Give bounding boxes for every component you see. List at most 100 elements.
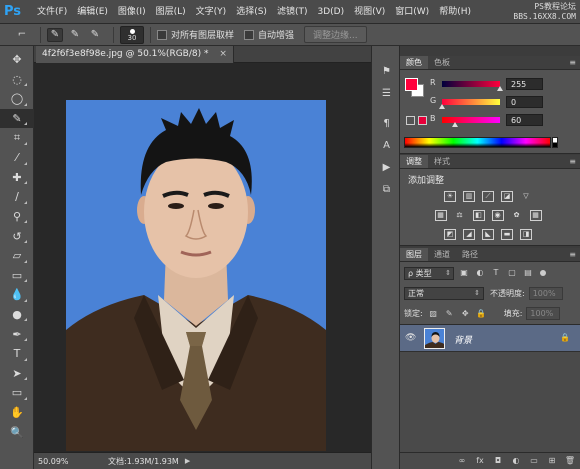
brightness-contrast-icon[interactable]: ☀ xyxy=(444,191,456,202)
black-white-swatch[interactable] xyxy=(552,137,558,148)
delete-layer-icon[interactable]: 🗑 xyxy=(564,455,576,467)
tool-preset-icon[interactable]: ⌐ xyxy=(14,28,30,42)
subtract-from-selection-icon[interactable]: ✎ xyxy=(87,28,103,42)
smart-object-filter-icon[interactable]: ▤ xyxy=(522,267,534,279)
panel-menu-icon[interactable]: ≡ xyxy=(569,56,576,70)
add-to-selection-icon[interactable]: ✎ xyxy=(67,28,83,42)
move-icon[interactable]: ✥ xyxy=(0,50,34,70)
photo-filter-icon[interactable]: ◉ xyxy=(491,210,504,221)
menu-edit[interactable]: 编辑(E) xyxy=(72,0,113,24)
close-icon[interactable]: × xyxy=(219,49,227,59)
blur-icon[interactable]: 💧 xyxy=(0,285,34,305)
actions-panel-icon[interactable]: ¶ xyxy=(372,112,401,134)
auto-enhance-checkbox[interactable] xyxy=(244,29,255,40)
panel-menu-icon[interactable]: ≡ xyxy=(569,155,576,169)
green-slider[interactable] xyxy=(442,99,500,105)
new-group-icon[interactable]: ▭ xyxy=(528,455,540,467)
opacity-input[interactable]: 100% xyxy=(528,286,563,300)
brush-size-picker[interactable]: 30 xyxy=(120,25,144,44)
new-selection-icon[interactable]: ✎ xyxy=(47,27,63,42)
layer-row-background[interactable]: 👁 背景 🔒 xyxy=(400,325,580,352)
tab-adjustments[interactable]: 调整 xyxy=(400,155,428,168)
layer-filter-kind-select[interactable]: ρ 类型 xyxy=(404,266,454,280)
type-filter-icon[interactable]: T xyxy=(490,267,502,279)
path-selection-icon[interactable]: ➤ xyxy=(0,364,34,384)
fill-input[interactable]: 100% xyxy=(526,306,561,320)
threshold-icon[interactable]: ◣ xyxy=(482,229,494,240)
menu-window[interactable]: 窗口(W) xyxy=(390,0,434,24)
green-slider-thumb[interactable] xyxy=(439,104,445,109)
tab-paths[interactable]: 路径 xyxy=(456,248,484,261)
menu-type[interactable]: 文字(Y) xyxy=(191,0,232,24)
type-icon[interactable]: T xyxy=(0,344,34,364)
eyedropper-icon[interactable]: ⁄ xyxy=(0,148,34,168)
zoom-icon[interactable]: 🔍 xyxy=(0,422,34,442)
pixel-filter-icon[interactable]: ▣ xyxy=(458,267,470,279)
hand-icon[interactable]: ✋ xyxy=(0,403,34,423)
canvas[interactable] xyxy=(34,63,371,452)
brush-icon[interactable]: ∕ xyxy=(0,187,34,207)
crop-icon[interactable]: ⌗ xyxy=(0,128,34,148)
pen-icon[interactable]: ✒ xyxy=(0,324,34,344)
new-adjustment-layer-icon[interactable]: ◐ xyxy=(510,455,522,467)
selective-color-icon[interactable]: ◨ xyxy=(520,229,532,240)
menu-view[interactable]: 视图(V) xyxy=(349,0,390,24)
visibility-eye-icon[interactable]: 👁 xyxy=(405,333,417,343)
menu-layer[interactable]: 图层(L) xyxy=(151,0,191,24)
clone-stamp-icon[interactable]: ⚲ xyxy=(0,207,34,227)
menu-select[interactable]: 选择(S) xyxy=(231,0,272,24)
status-menu-arrow-icon[interactable]: ▶ xyxy=(185,457,190,465)
sample-all-layers-checkbox[interactable] xyxy=(157,29,167,40)
layer-comps-panel-icon[interactable]: ⧉ xyxy=(372,178,401,200)
color-balance-icon[interactable]: ⚖ xyxy=(454,210,466,221)
character-panel-icon[interactable]: A xyxy=(372,134,401,156)
properties-panel-icon[interactable]: ☰ xyxy=(372,82,401,104)
red-slider-thumb[interactable] xyxy=(497,86,503,91)
web-safe-color-swatch[interactable] xyxy=(418,116,427,125)
adjustment-filter-icon[interactable]: ◐ xyxy=(474,267,486,279)
posterize-icon[interactable]: ◢ xyxy=(463,229,475,240)
menu-3d[interactable]: 3D(D) xyxy=(312,0,349,24)
lock-all-icon[interactable]: 🔒 xyxy=(476,308,487,319)
blue-slider[interactable] xyxy=(442,117,500,123)
gradient-map-icon[interactable]: ▬ xyxy=(501,229,513,240)
red-value-input[interactable]: 255 xyxy=(506,78,543,90)
black-white-icon[interactable]: ◧ xyxy=(472,210,485,221)
blue-slider-thumb[interactable] xyxy=(452,122,458,127)
marquee-icon[interactable]: ◌ xyxy=(0,70,34,90)
zoom-level-field[interactable]: 50.09% xyxy=(36,455,76,468)
color-lookup-icon[interactable]: ▦ xyxy=(529,210,542,221)
link-layers-icon[interactable]: ∞ xyxy=(456,455,468,467)
panel-menu-icon[interactable]: ≡ xyxy=(569,248,576,262)
history-panel-icon[interactable]: ⚑ xyxy=(372,60,401,82)
web-safe-warning-icon[interactable] xyxy=(406,116,415,125)
menu-image[interactable]: 图像(I) xyxy=(113,0,151,24)
red-slider[interactable] xyxy=(442,81,500,87)
menu-help[interactable]: 帮助(H) xyxy=(434,0,476,24)
menu-file[interactable]: 文件(F) xyxy=(32,0,72,24)
lock-transparency-icon[interactable]: ▨ xyxy=(428,308,439,319)
history-brush-icon[interactable]: ↺ xyxy=(0,226,34,246)
tab-styles[interactable]: 样式 xyxy=(428,155,456,168)
exposure-icon[interactable]: ◪ xyxy=(501,191,513,202)
curves-icon[interactable]: ⟋ xyxy=(482,191,494,202)
menu-filter[interactable]: 滤镜(T) xyxy=(272,0,313,24)
tab-swatches[interactable]: 色板 xyxy=(428,56,456,69)
dodge-icon[interactable]: ● xyxy=(0,305,34,325)
vibrance-icon[interactable]: ▽ xyxy=(520,191,532,202)
lock-pixels-icon[interactable]: ✎ xyxy=(444,308,455,319)
new-layer-icon[interactable]: ⊞ xyxy=(546,455,558,467)
green-value-input[interactable]: 0 xyxy=(506,96,543,108)
foreground-color-swatch[interactable] xyxy=(405,78,418,91)
invert-icon[interactable]: ◩ xyxy=(444,229,456,240)
blend-mode-select[interactable]: 正常 xyxy=(404,286,484,300)
lasso-icon[interactable]: ◯ xyxy=(0,89,34,109)
quick-selection-icon[interactable]: ✎ xyxy=(0,108,34,129)
hue-saturation-icon[interactable]: ▦ xyxy=(434,210,447,221)
lock-position-icon[interactable]: ✥ xyxy=(460,308,471,319)
color-spectrum-bar[interactable] xyxy=(404,137,551,148)
gradient-icon[interactable]: ▭ xyxy=(0,266,34,286)
shape-filter-icon[interactable]: ▢ xyxy=(506,267,518,279)
tab-color[interactable]: 颜色 xyxy=(400,56,428,69)
filter-toggle-icon[interactable] xyxy=(540,270,546,276)
